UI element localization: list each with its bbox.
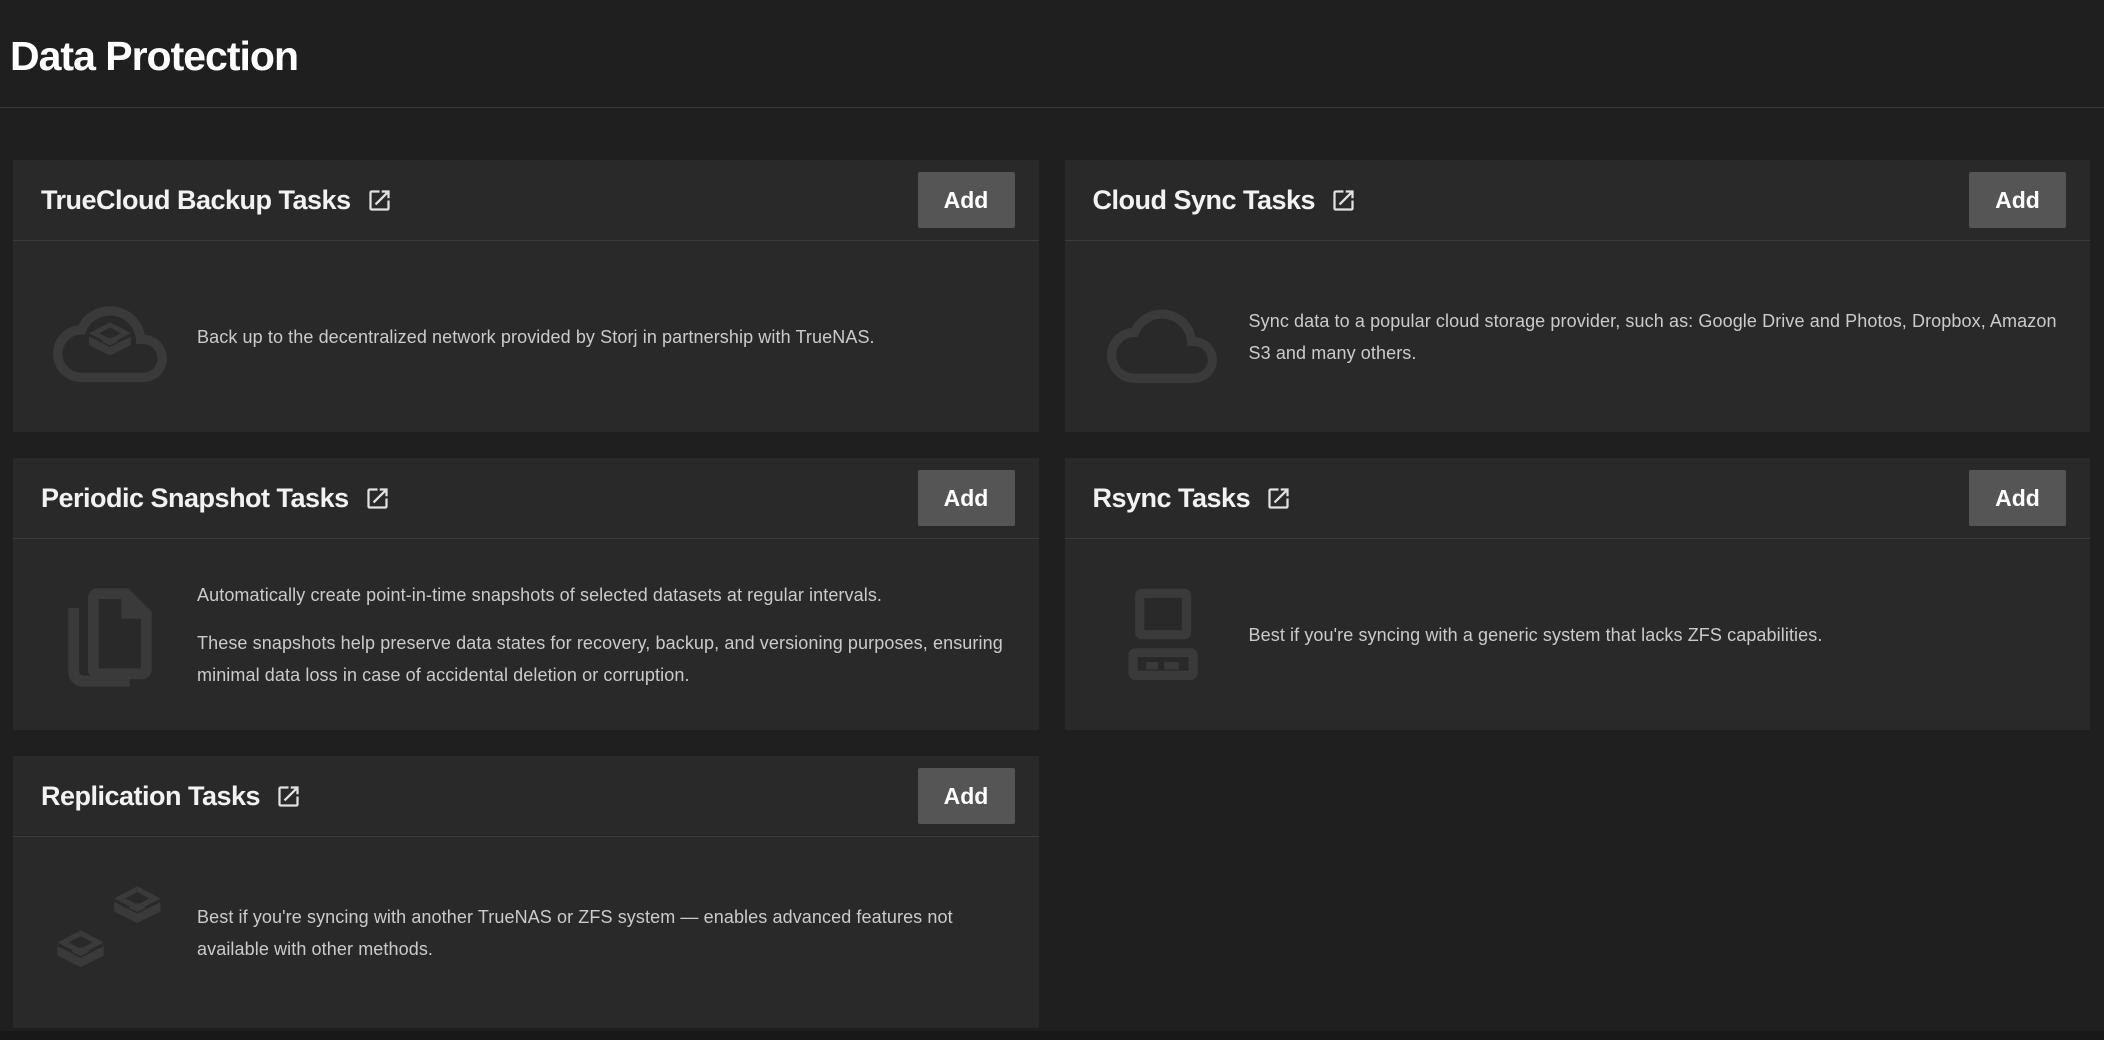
- card-description: Best if you're syncing with a generic sy…: [1249, 619, 1823, 651]
- card-icon-box: [47, 576, 173, 694]
- card-title-link[interactable]: TrueCloud Backup Tasks: [41, 185, 351, 216]
- card-body: Back up to the decentralized network pro…: [13, 241, 1039, 432]
- card-description: Automatically create point-in-time snaps…: [197, 579, 1013, 691]
- card-description: Best if you're syncing with another True…: [197, 901, 1013, 965]
- open-in-new-icon[interactable]: [364, 485, 391, 512]
- card-header: Replication Tasks Add: [13, 756, 1039, 837]
- snapshot-copy-icon: [51, 576, 169, 694]
- card-description-paragraph: Automatically create point-in-time snaps…: [197, 579, 1013, 611]
- card-title-link[interactable]: Cloud Sync Tasks: [1093, 185, 1316, 216]
- card-description-paragraph: Best if you're syncing with a generic sy…: [1249, 619, 1823, 651]
- card-header: Rsync Tasks Add: [1065, 458, 2091, 539]
- card-description-paragraph: Back up to the decentralized network pro…: [197, 321, 875, 353]
- page-title: Data Protection: [10, 33, 298, 80]
- storj-cloud-icon: [53, 287, 167, 387]
- replication-boxes-icon: [47, 876, 173, 989]
- card-title-link[interactable]: Rsync Tasks: [1093, 483, 1251, 514]
- add-button[interactable]: Add: [1969, 470, 2066, 526]
- computer-icon: [1109, 582, 1215, 688]
- card-header: Periodic Snapshot Tasks Add: [13, 458, 1039, 539]
- card-title-link[interactable]: Replication Tasks: [41, 781, 260, 812]
- card-body: Best if you're syncing with a generic sy…: [1065, 539, 2091, 730]
- card-body: Sync data to a popular cloud storage pro…: [1065, 241, 2091, 432]
- card-header: TrueCloud Backup Tasks Add: [13, 160, 1039, 241]
- open-in-new-icon[interactable]: [1265, 485, 1292, 512]
- card-cloud-sync: Cloud Sync Tasks Add Sync data to a popu…: [1065, 160, 2091, 432]
- add-button[interactable]: Add: [918, 470, 1015, 526]
- card-description-paragraph: Best if you're syncing with another True…: [197, 901, 1013, 965]
- card-periodic-snapshot: Periodic Snapshot Tasks Add Automaticall…: [13, 458, 1039, 730]
- card-icon-box: [47, 876, 173, 989]
- card-body: Automatically create point-in-time snaps…: [13, 539, 1039, 730]
- card-description-paragraph: Sync data to a popular cloud storage pro…: [1249, 305, 2065, 369]
- card-description-paragraph: These snapshots help preserve data state…: [197, 627, 1013, 691]
- card-icon-box: [1099, 291, 1225, 383]
- open-in-new-icon[interactable]: [1330, 187, 1357, 214]
- card-icon-box: [47, 287, 173, 387]
- add-button[interactable]: Add: [918, 768, 1015, 824]
- add-button[interactable]: Add: [1969, 172, 2066, 228]
- card-title-link[interactable]: Periodic Snapshot Tasks: [41, 483, 349, 514]
- card-rsync: Rsync Tasks Add Best if you're syncing w…: [1065, 458, 2091, 730]
- cards-grid: TrueCloud Backup Tasks Add Back up to th…: [13, 160, 2090, 1028]
- card-icon-box: [1099, 582, 1225, 688]
- open-in-new-icon[interactable]: [275, 783, 302, 810]
- card-header: Cloud Sync Tasks Add: [1065, 160, 2091, 241]
- card-truecloud-backup: TrueCloud Backup Tasks Add Back up to th…: [13, 160, 1039, 432]
- page-header: Data Protection: [0, 0, 2104, 108]
- card-replication: Replication Tasks Add Best if you're syn…: [13, 756, 1039, 1028]
- viewport-bottom-edge: [0, 1031, 2104, 1040]
- card-description: Sync data to a popular cloud storage pro…: [1249, 305, 2065, 369]
- open-in-new-icon[interactable]: [366, 187, 393, 214]
- cloud-icon: [1107, 291, 1217, 383]
- add-button[interactable]: Add: [918, 172, 1015, 228]
- card-description: Back up to the decentralized network pro…: [197, 321, 875, 353]
- card-body: Best if you're syncing with another True…: [13, 837, 1039, 1028]
